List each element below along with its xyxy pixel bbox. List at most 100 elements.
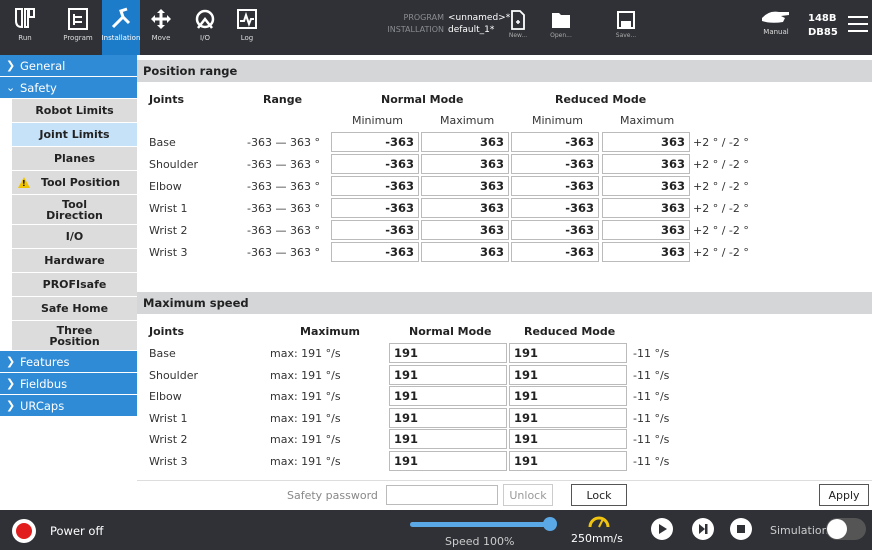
- reduced-max-input[interactable]: 363: [602, 176, 690, 196]
- normal-max-input[interactable]: 363: [421, 132, 509, 152]
- reduced-min-input[interactable]: -363: [511, 242, 599, 262]
- lock-button[interactable]: Lock: [571, 484, 627, 506]
- reduced-max-input[interactable]: 363: [602, 242, 690, 262]
- sidebar-item-label: Tool Position: [40, 176, 121, 189]
- reduced-min-input[interactable]: -363: [511, 198, 599, 218]
- program-key: PROGRAM: [403, 13, 445, 22]
- normal-min-input[interactable]: -363: [331, 132, 419, 152]
- sidebar-item-joint-limits[interactable]: Joint Limits: [12, 123, 137, 147]
- reduced-speed-input[interactable]: 191: [509, 429, 627, 449]
- robot-mode[interactable]: Manual: [756, 6, 796, 36]
- reduced-speed-input[interactable]: 191: [509, 386, 627, 406]
- new-label: New...: [508, 32, 528, 39]
- reduced-speed-input[interactable]: 191: [509, 343, 627, 363]
- stop-button[interactable]: [730, 518, 752, 540]
- open-button[interactable]: Open...: [541, 8, 581, 39]
- speed-slider-handle[interactable]: [543, 517, 557, 531]
- normal-speed-input[interactable]: 191: [389, 450, 507, 471]
- save-button[interactable]: Save...: [606, 8, 646, 39]
- normal-speed-input[interactable]: 191: [389, 364, 507, 385]
- nav-io-button[interactable]: I/O: [190, 0, 220, 55]
- joint-name: Wrist 3: [149, 454, 188, 468]
- sidebar-fieldbus-label: Fieldbus: [20, 376, 68, 391]
- joint-name: Base: [149, 347, 176, 360]
- joint-range: -363 — 363 °: [247, 136, 320, 149]
- sidebar-item-planes[interactable]: Planes: [12, 147, 137, 171]
- normal-speed-input[interactable]: 191: [389, 429, 507, 449]
- joint-name: Wrist 2: [149, 433, 188, 446]
- position-range-header: Position range: [137, 60, 872, 82]
- sidebar-item-io[interactable]: I/O: [12, 225, 137, 249]
- sidebar-safety-label: Safety: [20, 80, 57, 95]
- simulation-toggle[interactable]: [826, 518, 866, 540]
- sidebar-item-tool-position[interactable]: Tool Position: [12, 171, 137, 195]
- nav-log-button[interactable]: Log: [232, 0, 262, 55]
- sidebar-item-robot-limits[interactable]: Robot Limits: [12, 99, 137, 123]
- reduced-min-input[interactable]: -363: [511, 154, 599, 174]
- safety-password-input[interactable]: [386, 485, 498, 505]
- normal-max-input[interactable]: 363: [421, 242, 509, 262]
- joint-name: Wrist 1: [149, 411, 188, 425]
- normal-speed-input[interactable]: 191: [389, 343, 507, 363]
- tolerance-label: +2 ° / -2 °: [693, 158, 749, 171]
- reduced-max-input[interactable]: 363: [602, 198, 690, 218]
- speed-slider[interactable]: [410, 517, 557, 531]
- nav-program-button[interactable]: Program: [56, 0, 100, 55]
- normal-max-input[interactable]: 363: [421, 176, 509, 196]
- nav-run-button[interactable]: Run: [6, 0, 44, 55]
- sidebar-item-safe-home[interactable]: Safe Home: [12, 297, 137, 321]
- reduced-min-input[interactable]: -363: [511, 220, 599, 240]
- sidebar-item-profisafe[interactable]: PROFIsafe: [12, 273, 137, 297]
- reduced-max-input[interactable]: 363: [602, 220, 690, 240]
- play-button[interactable]: [651, 518, 673, 540]
- speed-tolerance-label: -11 °/s: [633, 454, 670, 468]
- col-reduced-mode: Reduced Mode: [555, 93, 647, 106]
- apply-button[interactable]: Apply: [819, 484, 869, 506]
- chevron-right-icon: ❯: [6, 377, 16, 390]
- sidebar-item-features[interactable]: ❯ Features: [0, 351, 137, 373]
- sidebar-item-tool-direction[interactable]: Tool Direction: [12, 195, 137, 225]
- joint-name: Elbow: [149, 390, 182, 403]
- normal-min-input[interactable]: -363: [331, 176, 419, 196]
- unlock-button[interactable]: Unlock: [503, 484, 553, 506]
- reduced-min-input[interactable]: -363: [511, 132, 599, 152]
- normal-speed-input[interactable]: 191: [389, 386, 507, 406]
- sidebar-item-safety[interactable]: ⌄ Safety: [0, 77, 137, 99]
- reduced-speed-input[interactable]: 191: [509, 407, 627, 428]
- normal-max-input[interactable]: 363: [421, 220, 509, 240]
- tcp-speed: 250mm/s: [571, 532, 623, 545]
- reduced-min-input[interactable]: -363: [511, 176, 599, 196]
- sidebar-item-urcaps[interactable]: ❯ URCaps: [0, 395, 137, 417]
- joint-range: -363 — 363 °: [247, 180, 320, 193]
- chevron-right-icon: ❯: [6, 399, 16, 412]
- normal-min-input[interactable]: -363: [331, 242, 419, 262]
- normal-min-input[interactable]: -363: [331, 220, 419, 240]
- sidebar-features-label: Features: [20, 354, 70, 369]
- sidebar-item-label: Planes: [53, 152, 96, 165]
- simulation-toggle-knob: [827, 519, 847, 539]
- maximum-speed-title: Maximum speed: [143, 296, 249, 310]
- sidebar-item-general[interactable]: ❯ General: [0, 55, 137, 77]
- step-button[interactable]: [692, 518, 714, 540]
- reduced-speed-input[interactable]: 191: [509, 450, 627, 471]
- reduced-max-input[interactable]: 363: [602, 132, 690, 152]
- joint-range: -363 — 363 °: [247, 246, 320, 259]
- reduced-speed-input[interactable]: 191: [509, 364, 627, 385]
- normal-max-input[interactable]: 363: [421, 198, 509, 218]
- normal-min-input[interactable]: -363: [331, 154, 419, 174]
- nav-move-button[interactable]: Move: [146, 0, 176, 55]
- sidebar-item-fieldbus[interactable]: ❯ Fieldbus: [0, 373, 137, 395]
- speed-tolerance-label: -11 °/s: [633, 390, 670, 403]
- joint-max-speed: max: 191 °/s: [270, 368, 341, 382]
- hamburger-menu-icon[interactable]: [848, 16, 868, 36]
- normal-min-header: Minimum: [352, 114, 403, 127]
- new-button[interactable]: New...: [498, 8, 538, 39]
- normal-speed-input[interactable]: 191: [389, 407, 507, 428]
- sidebar-item-hardware[interactable]: Hardware: [12, 249, 137, 273]
- normal-min-input[interactable]: -363: [331, 198, 419, 218]
- nav-installation-button[interactable]: Installation: [102, 0, 140, 55]
- reduced-max-input[interactable]: 363: [602, 154, 690, 174]
- sidebar-item-three-position[interactable]: Three Position: [12, 321, 137, 351]
- power-button[interactable]: [12, 519, 36, 543]
- normal-max-input[interactable]: 363: [421, 154, 509, 174]
